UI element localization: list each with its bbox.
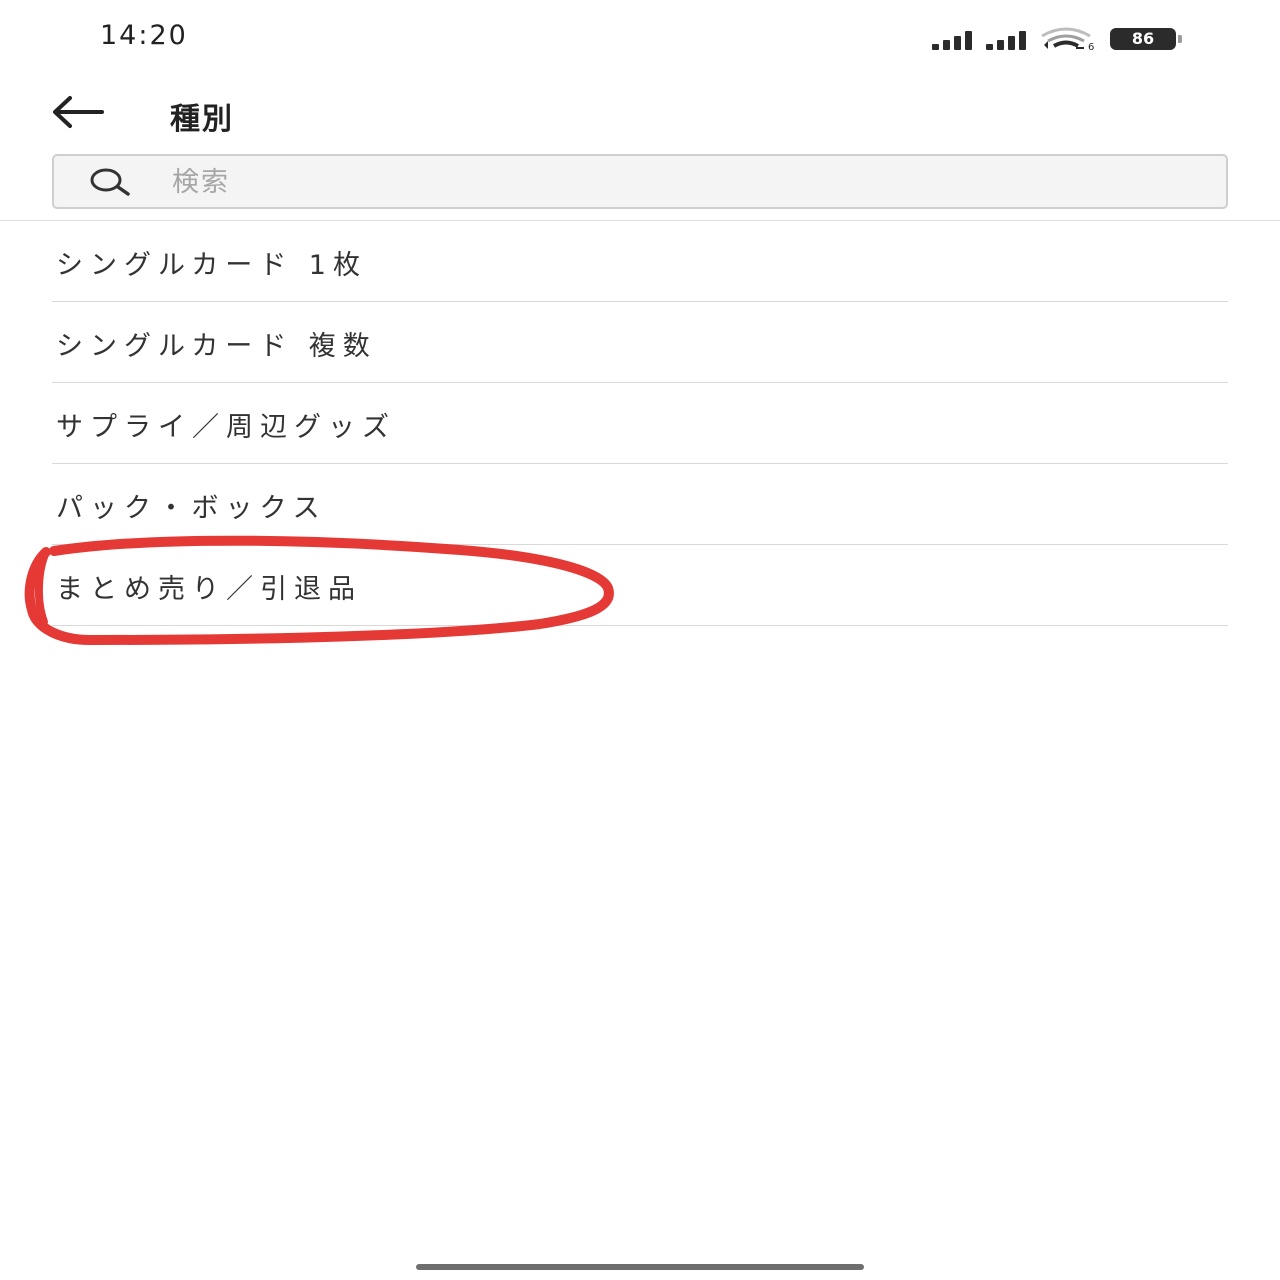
category-item-pack-box[interactable]: パック・ボックス xyxy=(52,464,1228,545)
signal-strength-icon xyxy=(986,28,1026,50)
home-indicator[interactable] xyxy=(416,1264,864,1270)
signal-strength-icon xyxy=(932,28,972,50)
category-label: まとめ売り／引退品 xyxy=(56,574,362,605)
category-list: シングルカード 1枚 シングルカード 複数 サプライ／周辺グッズ パック・ボック… xyxy=(52,221,1228,626)
arrow-left-icon xyxy=(53,96,104,128)
category-label: シングルカード 複数 xyxy=(56,331,377,362)
wifi-icon: 6 xyxy=(1041,27,1094,50)
search-box[interactable] xyxy=(52,154,1228,209)
category-item-single-card-one[interactable]: シングルカード 1枚 xyxy=(52,221,1228,302)
battery-indicator: 86 xyxy=(1110,28,1182,50)
wifi-badge: 6 xyxy=(1088,42,1094,50)
category-item-supplies[interactable]: サプライ／周辺グッズ xyxy=(52,383,1228,464)
back-button[interactable] xyxy=(48,92,110,132)
category-item-single-card-multiple[interactable]: シングルカード 複数 xyxy=(52,302,1228,383)
page-title: 種別 xyxy=(170,102,234,137)
category-label: パック・ボックス xyxy=(56,493,327,524)
category-label: サプライ／周辺グッズ xyxy=(56,412,396,443)
app-header: 種別 xyxy=(0,80,1280,150)
search-icon xyxy=(90,168,130,196)
status-bar: 14:20 6 86 xyxy=(0,0,1280,76)
status-icons: 6 86 xyxy=(932,24,1184,50)
category-item-bulk-sale[interactable]: まとめ売り／引退品 xyxy=(52,545,1228,626)
status-time: 14:20 xyxy=(100,20,188,51)
category-label: シングルカード 1枚 xyxy=(56,250,367,281)
search-input[interactable] xyxy=(170,162,1174,202)
